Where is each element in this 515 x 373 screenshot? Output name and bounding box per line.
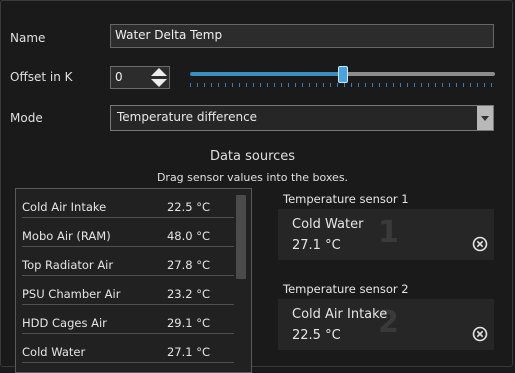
clear-icon[interactable] bbox=[472, 236, 488, 252]
offset-label: Offset in K bbox=[10, 70, 73, 84]
offset-spinbox[interactable]: 0 bbox=[110, 66, 170, 89]
sensor-1-number: 1 bbox=[378, 215, 399, 250]
slider-track-fill bbox=[190, 72, 342, 76]
sensor-1-label: Temperature sensor 1 bbox=[283, 192, 409, 206]
mode-dropdown-button[interactable] bbox=[477, 106, 493, 130]
list-item[interactable]: HDD Cages Air 29.1 °C bbox=[16, 305, 234, 334]
list-item-value: 23.2 °C bbox=[166, 287, 210, 301]
slider-ticks bbox=[190, 83, 495, 87]
sensor-2-value: 22.5 °C bbox=[292, 328, 341, 343]
data-sources-subtitle: Drag sensor values into the boxes. bbox=[156, 171, 349, 184]
sensor-2-label: Temperature sensor 2 bbox=[283, 282, 409, 296]
sensor-list[interactable]: Cold Air Intake 22.5 °C Mobo Air (RAM) 4… bbox=[15, 188, 252, 373]
spin-arrows bbox=[151, 68, 167, 87]
list-item-name: Mobo Air (RAM) bbox=[22, 229, 111, 243]
list-item[interactable]: Cold Air Intake 22.5 °C bbox=[16, 189, 234, 218]
list-item-value: 27.8 °C bbox=[166, 258, 210, 272]
list-item-value: 22.5 °C bbox=[166, 200, 210, 214]
list-item[interactable]: Top Radiator Air 27.8 °C bbox=[16, 247, 234, 276]
sensor-2-name: Cold Air Intake bbox=[292, 307, 388, 322]
data-sources-title: Data sources bbox=[209, 149, 296, 164]
offset-slider[interactable] bbox=[190, 64, 495, 90]
name-input-value: Water Delta Temp bbox=[115, 28, 223, 42]
mode-label: Mode bbox=[10, 111, 43, 125]
offset-spinbox-value: 0 bbox=[115, 70, 123, 84]
slider-handle[interactable] bbox=[338, 66, 348, 83]
arrow-up-icon[interactable] bbox=[151, 68, 167, 76]
mode-select[interactable]: Temperature difference bbox=[110, 105, 494, 131]
list-item-name: Cold Water bbox=[22, 345, 86, 359]
list-item[interactable]: Mobo Air (RAM) 48.0 °C bbox=[16, 218, 234, 247]
name-label: Name bbox=[10, 31, 46, 45]
list-item-value: 27.1 °C bbox=[166, 345, 210, 359]
sensor-1-value: 27.1 °C bbox=[292, 238, 341, 253]
sensor-1-dropzone[interactable]: 1 Cold Water 27.1 °C bbox=[278, 209, 494, 260]
list-item-value: 29.1 °C bbox=[166, 316, 210, 330]
slider-track bbox=[346, 72, 495, 76]
sensor-2-dropzone[interactable]: 2 Cold Air Intake 22.5 °C bbox=[278, 299, 494, 350]
list-item-value: 48.0 °C bbox=[166, 229, 210, 243]
list-scrollbar[interactable] bbox=[236, 195, 246, 279]
chevron-down-icon bbox=[481, 116, 489, 121]
list-item-name: HDD Cages Air bbox=[22, 316, 107, 330]
list-item[interactable]: Cold Water 27.1 °C bbox=[16, 334, 234, 363]
sensor-1-name: Cold Water bbox=[292, 217, 364, 232]
list-item-name: Top Radiator Air bbox=[22, 258, 114, 272]
list-item-name: PSU Chamber Air bbox=[22, 287, 121, 301]
row-divider bbox=[22, 362, 234, 363]
list-item-name: Cold Air Intake bbox=[22, 200, 107, 214]
mode-select-value: Temperature difference bbox=[117, 110, 258, 124]
list-item[interactable]: PSU Chamber Air 23.2 °C bbox=[16, 276, 234, 305]
clear-icon[interactable] bbox=[472, 326, 488, 342]
arrow-down-icon[interactable] bbox=[151, 79, 167, 87]
name-input[interactable]: Water Delta Temp bbox=[110, 24, 494, 48]
